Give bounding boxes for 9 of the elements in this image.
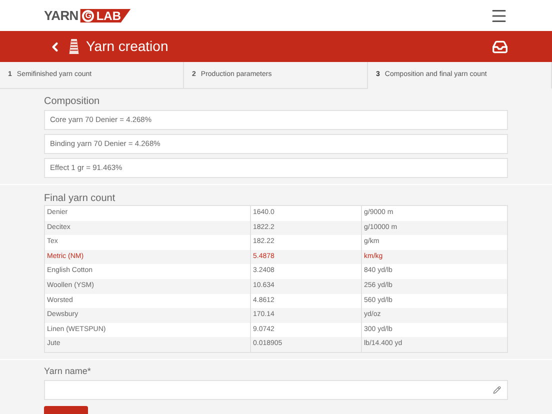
field-label: Yarn name*	[44, 364, 92, 378]
pencil-icon	[493, 386, 501, 394]
inbox-icon[interactable]	[492, 38, 508, 54]
page-title: Yarn creation	[86, 37, 168, 56]
logo: YARN G LAB	[44, 8, 132, 22]
yarn-name-field[interactable]	[44, 380, 508, 400]
section-heading: Final yarn count	[44, 192, 116, 204]
yarn-spool-icon	[68, 38, 80, 55]
section-heading: Composition	[44, 95, 101, 109]
